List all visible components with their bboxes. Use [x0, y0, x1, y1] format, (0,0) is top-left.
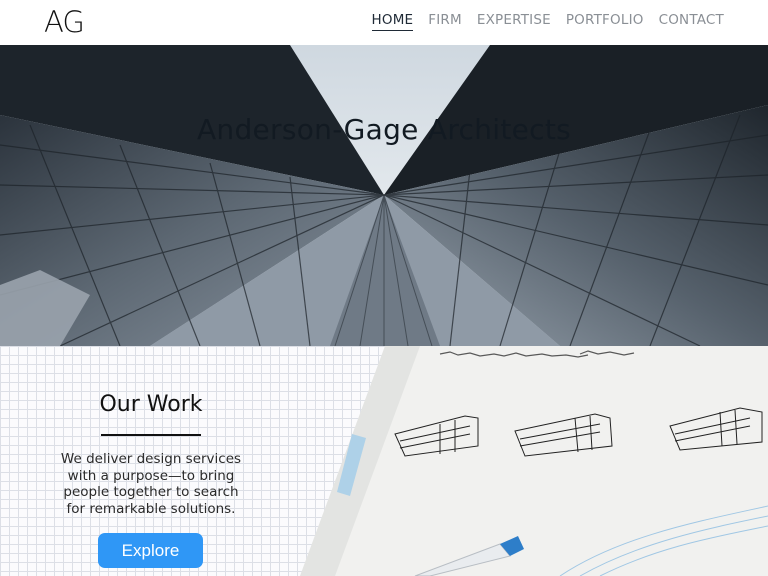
section-title: Our Work [99, 392, 203, 417]
nav-contact[interactable]: CONTACT [659, 12, 724, 31]
our-work-section: Our Work We deliver design services with… [0, 346, 768, 576]
site-header: AG HOME FIRM EXPERTISE PORTFOLIO CONTACT [0, 0, 768, 45]
hero-banner: Anderson-Gage Architects [0, 45, 768, 346]
hero-title: Anderson-Gage Architects [196, 113, 572, 146]
explore-button[interactable]: Explore [98, 533, 203, 568]
title-divider [101, 434, 201, 436]
hero-building-image [0, 45, 768, 346]
nav-expertise[interactable]: EXPERTISE [477, 12, 551, 31]
section-description: We deliver design services with a purpos… [60, 451, 242, 517]
logo[interactable]: AG [44, 6, 85, 38]
nav-portfolio[interactable]: PORTFOLIO [566, 12, 644, 31]
main-nav: HOME FIRM EXPERTISE PORTFOLIO CONTACT [371, 12, 724, 31]
nav-firm[interactable]: FIRM [428, 12, 462, 31]
nav-home[interactable]: HOME [371, 12, 414, 31]
